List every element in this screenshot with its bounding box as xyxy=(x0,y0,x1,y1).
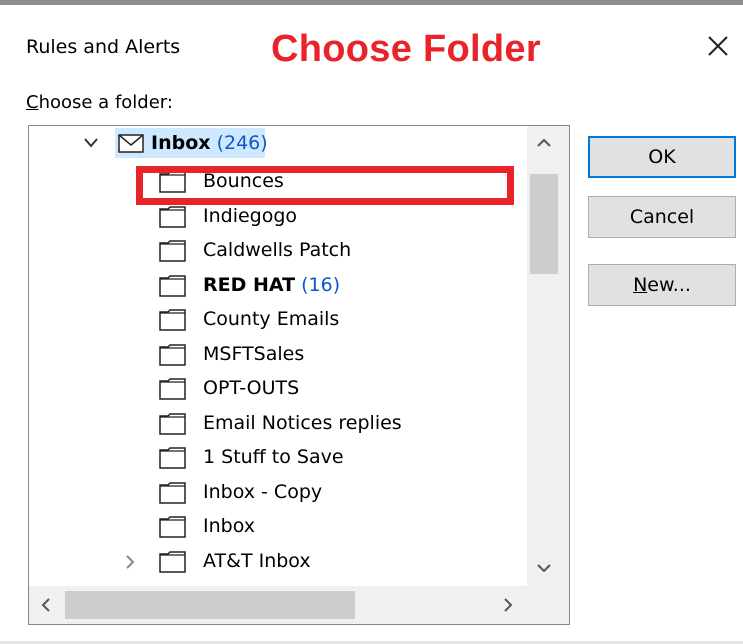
tree-label: Caldwells Patch xyxy=(203,239,352,261)
tree-label: 1 Stuff to Save xyxy=(203,446,344,468)
tree-label: RED HAT (16) xyxy=(203,273,341,296)
tree-row[interactable]: RED HAT (16) xyxy=(29,268,529,302)
tree-label: Email Notices replies xyxy=(203,411,402,434)
ok-button[interactable]: OK xyxy=(588,136,736,178)
mail-icon xyxy=(118,134,146,156)
vertical-scrollbar[interactable] xyxy=(527,126,569,586)
folder-tree[interactable]: Inbox (246) Bounces Indiegogo Caldwells Pa… xyxy=(28,125,570,625)
close-icon[interactable] xyxy=(704,32,732,60)
tree-row[interactable]: OPT-OUTS xyxy=(29,371,529,405)
tree-row[interactable]: Caldwells Patch xyxy=(29,233,529,267)
tree-row[interactable]: Email Notices replies xyxy=(29,406,529,440)
tree-row[interactable]: County Emails xyxy=(29,302,529,336)
folder-icon xyxy=(159,343,187,366)
top-border xyxy=(0,0,743,5)
new-folder-button[interactable]: New... xyxy=(588,264,736,306)
folder-icon xyxy=(159,205,187,228)
tree-label-inbox: Inbox (246) xyxy=(151,132,268,154)
unread-count: (16) xyxy=(301,273,341,296)
scroll-left-arrow-icon[interactable] xyxy=(29,586,63,624)
folder-icon xyxy=(159,274,187,297)
horizontal-scrollbar[interactable] xyxy=(29,586,569,624)
tree-row[interactable]: Indiegogo xyxy=(29,199,529,233)
chevron-down-icon[interactable] xyxy=(81,126,101,160)
tree-label: Bounces xyxy=(203,170,284,192)
vertical-scroll-thumb[interactable] xyxy=(530,174,558,274)
tree-label: Inbox - Copy xyxy=(203,480,323,503)
folder-icon xyxy=(159,481,187,504)
tree-label: County Emails xyxy=(203,308,340,330)
dialog-title: Rules and Alerts xyxy=(26,36,181,58)
tree-label: Inbox xyxy=(203,515,255,537)
folder-icon xyxy=(159,309,187,331)
choose-folder-label: Choose a folder: xyxy=(26,92,173,113)
folder-icon xyxy=(159,171,187,193)
tree-label: MSFTSales xyxy=(203,342,305,365)
cancel-button[interactable]: Cancel xyxy=(588,196,736,238)
folder-icon xyxy=(159,240,187,262)
tree-row[interactable]: AT&T Inbox xyxy=(29,544,529,578)
tree-row[interactable]: 1 Stuff to Save xyxy=(29,440,529,474)
tree-row-inbox-root[interactable]: Inbox (246) xyxy=(29,126,529,160)
folder-icon xyxy=(159,516,187,538)
scroll-right-arrow-icon[interactable] xyxy=(491,586,525,624)
tree-label: OPT-OUTS xyxy=(203,377,300,399)
folder-icon xyxy=(159,412,187,435)
scroll-up-arrow-icon[interactable] xyxy=(527,126,561,160)
scroll-down-arrow-icon[interactable] xyxy=(527,551,561,585)
tree-label: Indiegogo xyxy=(203,204,298,227)
horizontal-scroll-thumb[interactable] xyxy=(65,591,355,619)
tree-row[interactable]: Bounces xyxy=(29,164,529,198)
tree-label: AT&T Inbox xyxy=(203,549,311,572)
scrollbar-corner xyxy=(527,586,569,624)
tree-row[interactable]: MSFTSales xyxy=(29,337,529,371)
tree-row[interactable]: Inbox xyxy=(29,509,529,543)
folder-icon xyxy=(159,378,187,400)
tree-row[interactable]: Inbox - Copy xyxy=(29,475,529,509)
folder-icon xyxy=(159,447,187,469)
chevron-right-icon[interactable] xyxy=(121,544,141,578)
folder-icon xyxy=(159,550,187,573)
choose-folder-annotation: Choose Folder xyxy=(271,28,541,70)
